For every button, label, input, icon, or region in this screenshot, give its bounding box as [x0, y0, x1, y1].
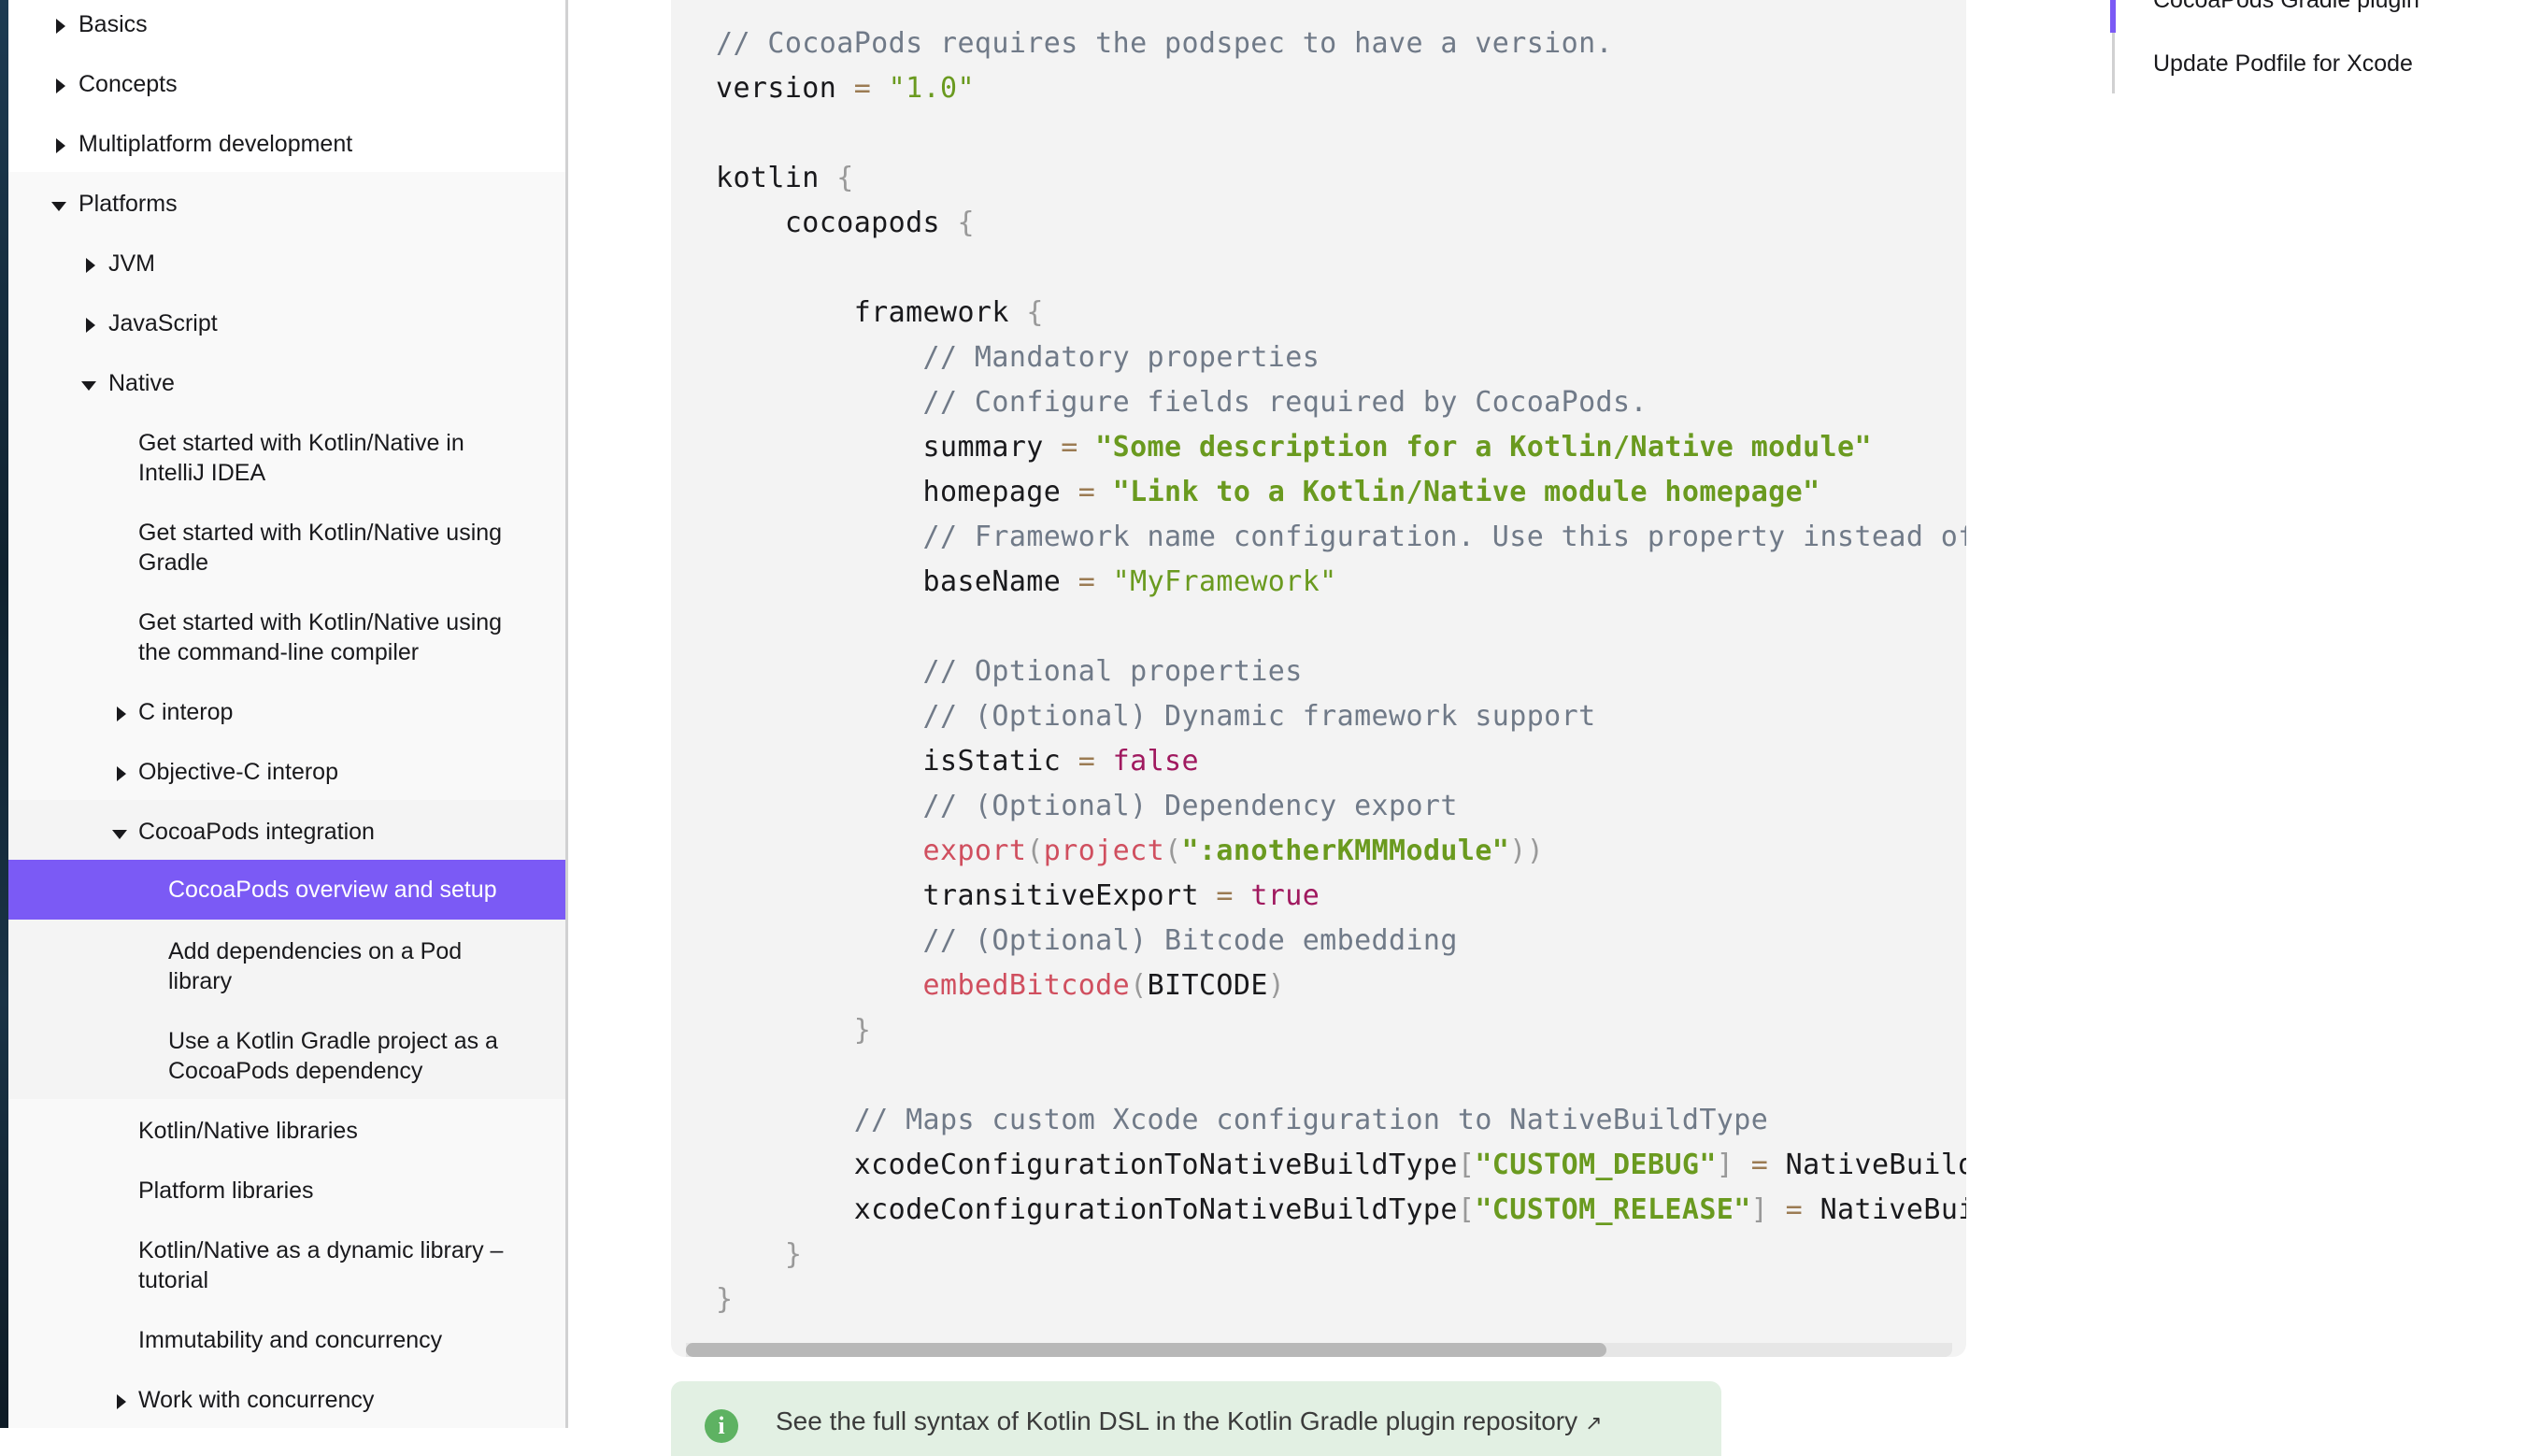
- sidebar-item-label-line1: Get started with Kotlin/Native using: [138, 520, 503, 546]
- toc-item-update-podfile[interactable]: Update Podfile for Xcode: [2153, 50, 2413, 78]
- sidebar-item-platform-libraries[interactable]: Platform libraries: [8, 1174, 565, 1211]
- sidebar-item-label: Work with concurrency: [138, 1387, 375, 1413]
- chevron-right-icon: [117, 766, 126, 781]
- code-line: homepage = "Link to a Kotlin/Native modu…: [716, 476, 1820, 508]
- sidebar-item-objc-interop[interactable]: Objective-C interop: [8, 755, 565, 792]
- sidebar-item-label: Basics: [78, 11, 148, 37]
- sidebar-navigation: Basics Concepts Multiplatform developmen…: [8, 0, 568, 1428]
- code-line: baseName = "MyFramework": [716, 565, 1337, 598]
- sidebar-item-label-line1: Use a Kotlin Gradle project as a: [168, 1028, 498, 1054]
- sidebar-item-javascript[interactable]: JavaScript: [8, 307, 565, 344]
- code-line: }: [716, 1283, 734, 1316]
- sidebar-item-native-libraries[interactable]: Kotlin/Native libraries: [8, 1114, 565, 1151]
- chevron-down-icon: [112, 830, 127, 839]
- chevron-right-icon: [86, 318, 95, 333]
- sidebar-item-label: Platform libraries: [138, 1178, 314, 1204]
- sidebar-item-add-pod-dependencies[interactable]: Add dependencies on a Pod library: [8, 935, 565, 1002]
- sidebar-item-label-line2: Gradle: [138, 550, 209, 576]
- sidebar-item-label-line2: library: [168, 968, 233, 994]
- code-block[interactable]: // CocoaPods requires the podspec to hav…: [671, 0, 1966, 1357]
- sidebar-item-label: C interop: [138, 699, 234, 725]
- desktop-background: [0, 0, 8, 1428]
- code-line: // (Optional) Bitcode embedding: [922, 924, 1458, 957]
- sidebar-item-platforms[interactable]: Platforms: [8, 187, 565, 224]
- sidebar-item-label: Multiplatform development: [78, 131, 353, 157]
- sidebar-item-label: Immutability and concurrency: [138, 1327, 443, 1353]
- code-line: version = "1.0": [716, 72, 975, 105]
- chevron-right-icon: [117, 707, 126, 721]
- chevron-right-icon: [117, 1394, 126, 1409]
- code-line: summary = "Some description for a Kotlin…: [716, 431, 1872, 464]
- code-line: }: [784, 1238, 803, 1271]
- sidebar-item-label: Platforms: [78, 191, 178, 217]
- code-horizontal-scrollbar-thumb[interactable]: [686, 1343, 1606, 1357]
- code-line: export(project(":anotherKMMModule")): [922, 835, 1545, 867]
- sidebar-item-jvm[interactable]: JVM: [8, 247, 565, 284]
- sidebar-item-label: JVM: [108, 250, 155, 277]
- code-line: embedBitcode(BITCODE): [922, 969, 1286, 1002]
- chevron-right-icon: [56, 19, 65, 34]
- chevron-right-icon: [86, 258, 95, 273]
- sidebar-item-get-started-gradle[interactable]: Get started with Kotlin/Native using Gra…: [8, 516, 565, 583]
- code-line: isStatic = false: [716, 745, 1199, 778]
- sidebar-item-label-line1: Add dependencies on a Pod: [168, 938, 463, 964]
- code-line: transitiveExport = true: [716, 879, 1320, 912]
- chevron-right-icon: [56, 79, 65, 93]
- sidebar-item-get-started-cli[interactable]: Get started with Kotlin/Native using the…: [8, 606, 565, 673]
- external-link-icon: ↗: [1585, 1411, 1603, 1435]
- sidebar-item-label: JavaScript: [108, 310, 218, 336]
- toc-active-indicator: [2110, 0, 2116, 33]
- code-line: // Mandatory properties: [922, 341, 1320, 374]
- code-line: kotlin {: [716, 162, 854, 194]
- sidebar-item-label-line1: Get started with Kotlin/Native using: [138, 609, 503, 635]
- code-line: // (Optional) Dependency export: [922, 790, 1458, 822]
- sidebar-item-label: CocoaPods integration: [138, 819, 375, 845]
- sidebar-item-label-line1: Kotlin/Native as a dynamic library –: [138, 1237, 504, 1263]
- toc-item-cocoapods-gradle-plugin[interactable]: CocoaPods Gradle plugin: [2153, 0, 2419, 14]
- sidebar-item-label: Concepts: [78, 71, 178, 97]
- chevron-down-icon: [51, 202, 66, 211]
- sidebar-item-dynamic-library-tutorial[interactable]: Kotlin/Native as a dynamic library – tut…: [8, 1234, 565, 1301]
- code-line: // Maps custom Xcode configuration to Na…: [853, 1104, 1769, 1136]
- chevron-down-icon: [81, 381, 96, 391]
- code-line: // Optional properties: [922, 655, 1303, 688]
- sidebar-item-label: Kotlin/Native libraries: [138, 1118, 358, 1144]
- code-line: // (Optional) Dynamic framework support: [922, 700, 1596, 733]
- sidebar-item-label-line2: CocoaPods dependency: [168, 1058, 423, 1084]
- sidebar-item-label-line2: the command-line compiler: [138, 639, 420, 665]
- sidebar-item-multiplatform[interactable]: Multiplatform development: [8, 127, 565, 164]
- sidebar-item-work-with-concurrency[interactable]: Work with concurrency: [8, 1383, 565, 1420]
- sidebar-item-c-interop[interactable]: C interop: [8, 695, 565, 733]
- info-callout: i See the full syntax of Kotlin DSL in t…: [671, 1381, 1721, 1456]
- sidebar-item-basics[interactable]: Basics: [8, 7, 565, 45]
- callout-link[interactable]: See the full syntax of Kotlin DSL in the…: [776, 1406, 1577, 1435]
- sidebar-item-kotlin-gradle-as-pod[interactable]: Use a Kotlin Gradle project as a CocoaPo…: [8, 1024, 565, 1092]
- sidebar-item-label-line2: tutorial: [138, 1267, 209, 1293]
- sidebar-item-label-line1: Get started with Kotlin/Native in: [138, 430, 464, 456]
- code-line: // Framework name configuration. Use thi…: [922, 521, 1966, 553]
- sidebar-item-cocoapods-integration[interactable]: CocoaPods integration: [8, 815, 565, 852]
- callout-text: See the full syntax of Kotlin DSL in the…: [776, 1406, 1603, 1436]
- sidebar-item-get-started-intellij[interactable]: Get started with Kotlin/Native in Intell…: [8, 426, 565, 493]
- sidebar-item-immutability[interactable]: Immutability and concurrency: [8, 1323, 565, 1361]
- chevron-right-icon: [56, 138, 65, 153]
- code-line: xcodeConfigurationToNativeBuildType["CUS…: [716, 1149, 1966, 1181]
- sidebar-item-label: Native: [108, 370, 175, 396]
- code-line: cocoapods {: [716, 207, 975, 239]
- sidebar-item-concepts[interactable]: Concepts: [8, 67, 565, 105]
- code-line: xcodeConfigurationToNativeBuildType["CUS…: [716, 1193, 1966, 1226]
- sidebar-item-label: Objective-C interop: [138, 759, 338, 785]
- sidebar-item-cocoapods-overview[interactable]: CocoaPods overview and setup: [8, 860, 565, 920]
- info-icon: i: [705, 1409, 738, 1443]
- code-line: framework {: [716, 296, 1044, 329]
- code-line: // CocoaPods requires the podspec to hav…: [716, 27, 1613, 60]
- sidebar-item-native[interactable]: Native: [8, 366, 565, 404]
- sidebar-item-label-line2: IntelliJ IDEA: [138, 460, 266, 486]
- code-line: // Configure fields required by CocoaPod…: [922, 386, 1648, 419]
- code-line: }: [853, 1014, 872, 1047]
- sidebar-item-label: CocoaPods overview and setup: [168, 877, 497, 903]
